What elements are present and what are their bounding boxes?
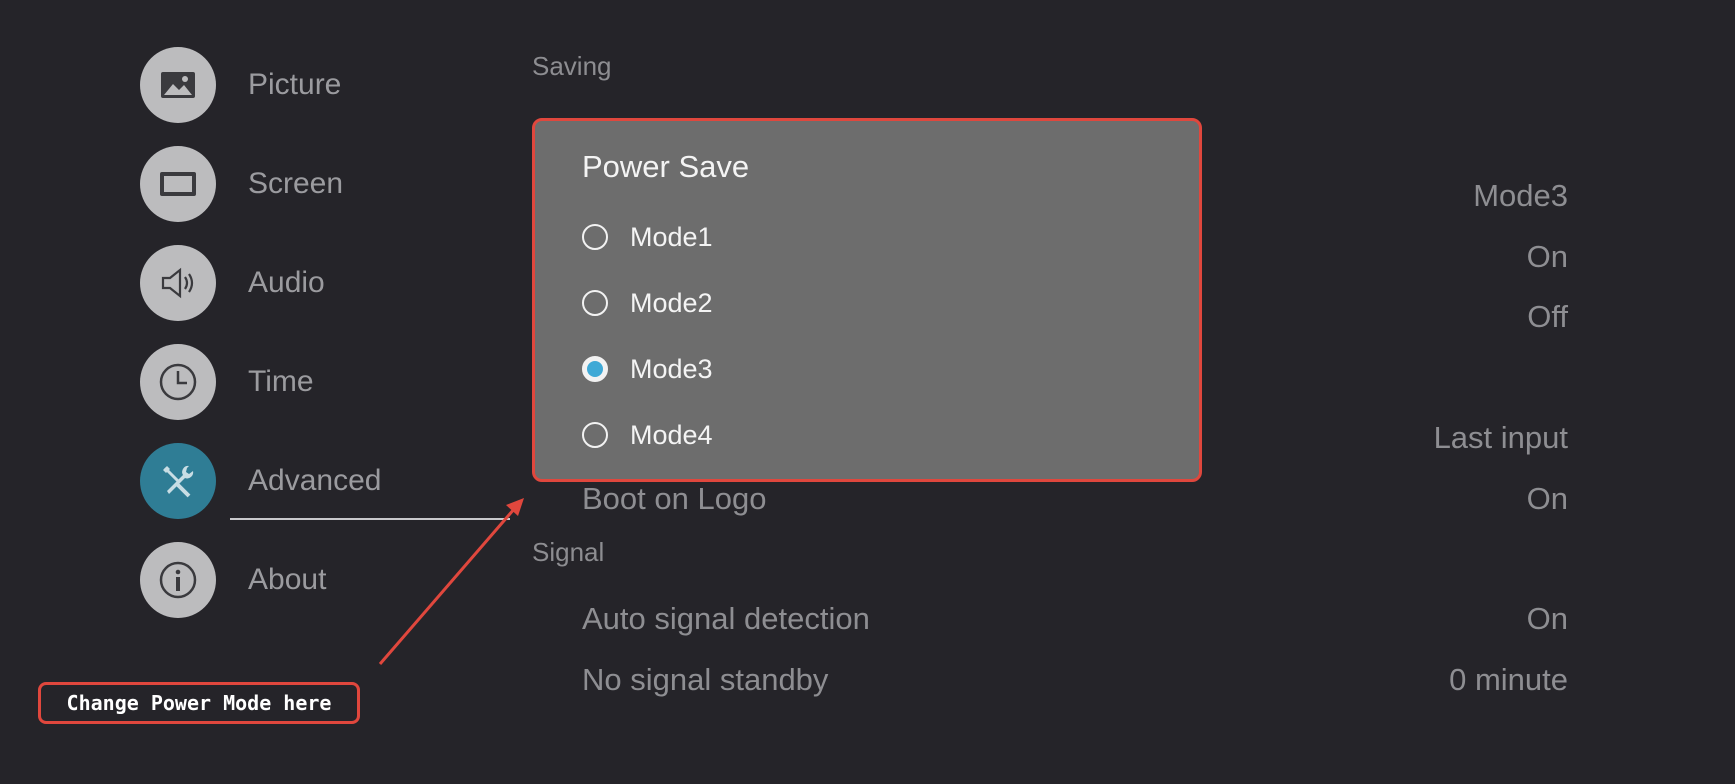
- annotation-callout: Change Power Mode here: [38, 682, 360, 724]
- annotation-arrow-icon: [378, 498, 524, 665]
